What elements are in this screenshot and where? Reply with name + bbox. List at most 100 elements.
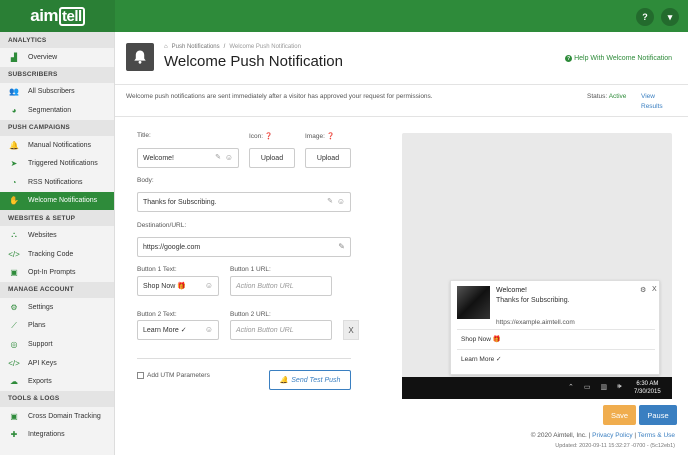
hand-icon: ✋ (9, 196, 19, 206)
line-chart-icon: ⟋ (11, 320, 17, 330)
code-icon: </> (8, 249, 20, 259)
sidebar-item-triggered-notifications[interactable]: ➤ Triggered Notifications (0, 154, 114, 173)
sidebar-item-tracking-code[interactable]: </> Tracking Code (0, 245, 114, 264)
url-label: Destination/URL: (137, 222, 187, 229)
cogs-icon: ⚙ (10, 302, 18, 312)
sitemap-icon: ⛬ (11, 230, 17, 240)
emoji-icon[interactable]: ☺ (225, 153, 233, 162)
section-header: ANALYTICS (0, 32, 114, 48)
page-title: Welcome Push Notification (164, 53, 343, 70)
sidebar-item-websites[interactable]: ⛬ Websites (0, 226, 114, 245)
chevron-up-icon: ⌃ (568, 384, 574, 391)
users-icon: 👥 (9, 87, 19, 97)
sidebar-item-rss-notifications[interactable]: ◔ RSS Notifications (0, 173, 114, 192)
breadcrumb-current: Welcome Push Notification (229, 44, 301, 50)
home-icon[interactable]: ⌂ (164, 44, 168, 50)
preview-title: Welcome! (496, 287, 527, 294)
icon-upload-button[interactable]: Upload (249, 148, 295, 168)
account-menu-button[interactable]: ▾ (661, 8, 679, 26)
sidebar-item-api-keys[interactable]: </> API Keys (0, 354, 114, 373)
bell-icon: 🔔 (279, 377, 289, 384)
aimtell-logo[interactable]: aim tell (30, 6, 85, 26)
icon-label: Icon: ❓ (249, 133, 273, 140)
button2-text-label: Button 2 Text: (137, 311, 177, 318)
code-icon: </> (8, 358, 20, 368)
button2-url-label: Button 2 URL: (230, 311, 271, 318)
paper-plane-icon: ➤ (10, 159, 18, 169)
rss-icon: ◔ (11, 177, 17, 187)
sidebar-item-all-subscribers[interactable]: 👥 All Subscribers (0, 83, 114, 102)
section-header: PUSH CAMPAIGNS (0, 119, 114, 136)
volume-icon: 🕪 (617, 383, 622, 390)
emoji-icon[interactable]: ☺ (205, 325, 213, 334)
preview-notification: Welcome! Thanks for Subscribing. https:/… (450, 280, 660, 375)
logo-area[interactable]: aim tell (0, 0, 115, 32)
taskbar-clock: 6:30 AM 7/30/2015 (634, 381, 661, 395)
info-bar: Welcome push notifications are sent imme… (115, 84, 688, 117)
button2-url-field[interactable]: Action Button URL (230, 320, 332, 340)
image-upload-button[interactable]: Upload (305, 148, 351, 168)
sidebar-item-plans[interactable]: ⟋ Plans (0, 317, 114, 336)
section-header: WEBSITES & SETUP (0, 210, 114, 227)
pencil-icon[interactable]: ✎ (215, 153, 221, 161)
remove-button2[interactable]: X (343, 320, 359, 340)
sidebar-item-overview[interactable]: ▟ Overview (0, 48, 114, 67)
preview-body: Thanks for Subscribing. (496, 297, 570, 304)
utm-checkbox[interactable] (137, 372, 144, 379)
help-button[interactable]: ? (636, 8, 654, 26)
pause-button[interactable]: Pause (639, 405, 677, 425)
divider (137, 358, 351, 359)
main-content: ⌂ Push Notifications / Welcome Push Noti… (115, 32, 688, 455)
taskbar: ⌃ ▭ ▥ 🕪 6:30 AM 7/30/2015 (402, 377, 672, 399)
question-icon[interactable]: ❓ (265, 133, 273, 140)
title-label: Title: (137, 132, 151, 139)
button1-text-field[interactable]: Shop Now 🎁 ☺ (137, 276, 219, 296)
puzzle-icon: ✚ (10, 430, 18, 440)
title-field[interactable]: Welcome! ✎ ☺ (137, 148, 239, 168)
battery-icon: ▭ (583, 384, 591, 391)
question-circle-icon: ? (565, 55, 573, 62)
sidebar-item-settings[interactable]: ⚙ Settings (0, 298, 114, 317)
emoji-icon[interactable]: ☺ (337, 197, 345, 206)
privacy-policy-link[interactable]: Privacy Policy (592, 432, 632, 439)
save-button[interactable]: Save (603, 405, 636, 425)
close-icon: X (652, 286, 657, 293)
pencil-icon[interactable]: ✎ (338, 242, 345, 251)
gear-icon: ⚙ (640, 287, 647, 294)
view-results-link[interactable]: View Results (641, 92, 671, 112)
sidebar-item-manual-notifications[interactable]: 🔔 Manual Notifications (0, 136, 114, 155)
section-header: MANAGE ACCOUNT (0, 281, 114, 298)
sidebar-item-exports[interactable]: ☁ Exports (0, 372, 114, 391)
footer-updated: Updated: 2020-09-11 15:32:27 -0700 - (5c… (555, 443, 675, 449)
url-field[interactable]: https://google.com ✎ (137, 237, 351, 257)
pencil-icon[interactable]: ✎ (327, 197, 333, 205)
button1-url-field[interactable]: Action Button URL (230, 276, 332, 296)
body-field[interactable]: Thanks for Subscribing. ✎ ☺ (137, 192, 351, 212)
sidebar-item-integrations[interactable]: ✚ Integrations (0, 426, 114, 445)
sidebar-item-opt-in-prompts[interactable]: ▣ Opt-In Prompts (0, 263, 114, 282)
terms-link[interactable]: Terms & Use (638, 432, 675, 439)
page-icon (126, 43, 154, 71)
emoji-icon[interactable]: ☺ (205, 281, 213, 290)
send-test-push-button[interactable]: 🔔 Send Test Push (269, 370, 351, 390)
breadcrumb: ⌂ Push Notifications / Welcome Push Noti… (164, 44, 301, 50)
sidebar-item-segmentation[interactable]: ◕ Segmentation (0, 101, 114, 120)
help-link[interactable]: ? Help With Welcome Notification (565, 55, 672, 62)
footer-links: © 2020 Aimtell, Inc. | Privacy Policy | … (530, 432, 675, 439)
cloud-download-icon: ☁ (10, 377, 18, 387)
sidebar-item-support[interactable]: ◎ Support (0, 335, 114, 354)
status: Status: Active (587, 93, 627, 100)
info-text: Welcome push notifications are sent imme… (126, 93, 433, 100)
sidebar: ANALYTICS ▟ Overview SUBSCRIBERS 👥 All Sub… (0, 32, 115, 455)
pie-icon: ◕ (11, 105, 17, 115)
button1-text-label: Button 1 Text: (137, 266, 177, 273)
breadcrumb-push-notifications[interactable]: Push Notifications (172, 44, 220, 50)
sidebar-item-cross-domain-tracking[interactable]: ▣ Cross Domain Tracking (0, 407, 114, 426)
divider (457, 349, 655, 350)
image-label: Image: ❓ (305, 133, 335, 140)
section-header: SUBSCRIBERS (0, 66, 114, 83)
utm-checkbox-row[interactable]: Add UTM Parameters (137, 372, 210, 379)
button2-text-field[interactable]: Learn More ✓ ☺ (137, 320, 219, 340)
question-icon[interactable]: ❓ (327, 133, 335, 140)
sidebar-item-welcome-notifications[interactable]: ✋ Welcome Notifications (0, 191, 114, 211)
